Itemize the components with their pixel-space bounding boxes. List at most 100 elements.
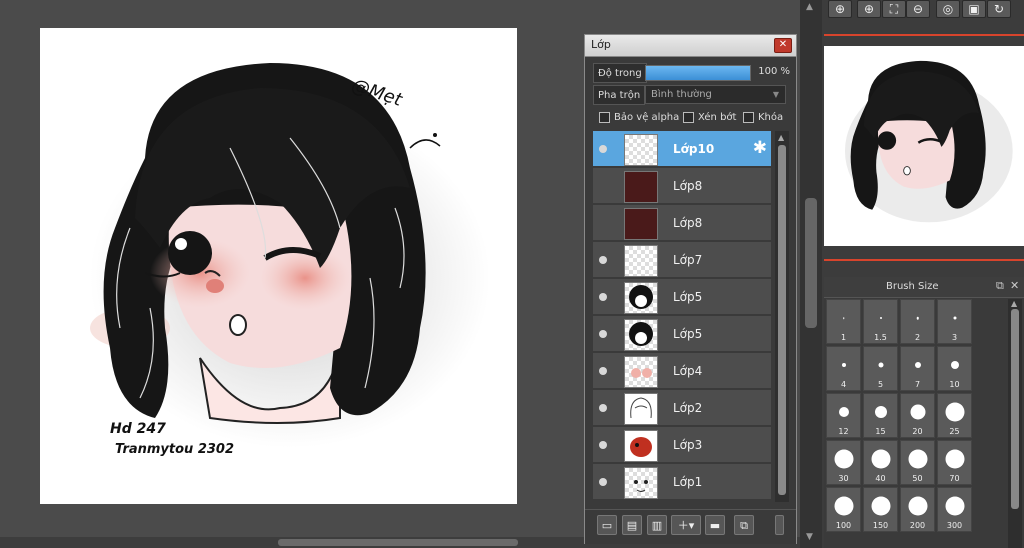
blend-mode-select[interactable]: Bình thường ▼	[645, 85, 786, 104]
layer-row[interactable]: Lớp8	[593, 168, 771, 204]
brush-size-cell[interactable]: 3	[937, 299, 972, 344]
brush-dot-icon	[834, 449, 853, 469]
visibility-icon[interactable]	[599, 145, 607, 153]
brush-size-cell[interactable]: 15	[863, 393, 898, 438]
brush-size-cell[interactable]: 2	[900, 299, 935, 344]
checkbox-box[interactable]	[743, 112, 754, 123]
zoom-out-icon[interactable]: ⊕	[857, 0, 881, 18]
gear-icon[interactable]: ✱	[753, 139, 767, 157]
rotate-reset-icon[interactable]: ↻	[987, 0, 1011, 18]
brush-size-cell[interactable]: 100	[826, 487, 861, 532]
rotate-icon[interactable]: ◎	[936, 0, 960, 18]
brush-size-cell[interactable]: 4	[826, 346, 861, 391]
brush-dot-icon	[834, 496, 853, 516]
brush-size-cell[interactable]: 25	[937, 393, 972, 438]
brush-dot-icon	[945, 449, 964, 469]
brush-dot-icon	[950, 361, 959, 369]
layer-row[interactable]: Lớp4	[593, 353, 771, 389]
scroll-thumb[interactable]	[805, 198, 817, 328]
layer-thumbnail	[624, 208, 658, 240]
fullscreen-icon[interactable]: ▣	[962, 0, 986, 18]
checkbox-box[interactable]	[683, 112, 694, 123]
new-folder-icon[interactable]: ▬	[705, 515, 725, 535]
scroll-thumb[interactable]	[278, 539, 518, 546]
scroll-thumb[interactable]	[778, 145, 786, 495]
brush-size-cell[interactable]: 50	[900, 440, 935, 485]
layer-thumbnail	[624, 356, 658, 388]
layer-row[interactable]: Lớp1	[593, 464, 771, 500]
visibility-icon[interactable]	[599, 330, 607, 338]
brush-size-cell[interactable]: 1	[826, 299, 861, 344]
layer-thumbnail	[624, 393, 658, 425]
layer-row[interactable]: Lớp8	[593, 205, 771, 241]
duplicate-layer-icon[interactable]: ⧉	[734, 515, 754, 535]
brush-size-cell[interactable]: 300	[937, 487, 972, 532]
brush-size-cell[interactable]: 70	[937, 440, 972, 485]
brush-size-cell[interactable]: 1.5	[863, 299, 898, 344]
layer-thumbnail	[624, 467, 658, 499]
brush-size-cell[interactable]: 5	[863, 346, 898, 391]
scroll-down-icon[interactable]: ▼	[806, 532, 813, 542]
brush-size-cell[interactable]: 200	[900, 487, 935, 532]
add-layer-dropdown-icon[interactable]: ＋▾	[671, 515, 701, 535]
close-icon[interactable]: ✕	[1010, 279, 1019, 292]
layer-name: Lớp2	[673, 401, 703, 415]
layer-row[interactable]: Lớp7	[593, 242, 771, 278]
brush-size-panel: Brush Size ⧉ ✕ 1 1.5 2 3 4 5 7 10 12 15 20 25 30 40 50…	[824, 277, 1024, 548]
protect-alpha-checkbox[interactable]: Bảo vệ alpha	[599, 112, 679, 123]
visibility-icon[interactable]	[599, 256, 607, 264]
undock-icon[interactable]: ⧉	[996, 279, 1004, 293]
layer-row[interactable]: Lớp2	[593, 390, 771, 426]
signature-line-2: Tranmytou 2302	[115, 442, 234, 457]
zoom-in-icon[interactable]: ⊕	[828, 0, 852, 18]
layer-row[interactable]: Lớp3	[593, 427, 771, 463]
brush-size-label: 40	[875, 474, 886, 483]
drawing-canvas[interactable]: @Mẹt Hd 247 Tranmytou 2302	[40, 28, 517, 504]
brush-size-label: 50	[912, 474, 923, 483]
layer-list-scrollbar[interactable]: ▲	[775, 131, 789, 502]
layer-row[interactable]: Lớp5	[593, 279, 771, 315]
brush-dot-icon	[842, 317, 845, 319]
visibility-icon[interactable]	[599, 441, 607, 449]
scroll-thumb[interactable]	[1011, 309, 1019, 509]
clipping-checkbox[interactable]: Xén bớt	[683, 112, 736, 123]
brush-size-titlebar[interactable]: Brush Size ⧉ ✕	[824, 277, 1024, 298]
new-layer-8bit-icon[interactable]: ▤	[622, 515, 642, 535]
brush-size-cell[interactable]: 40	[863, 440, 898, 485]
scroll-up-icon[interactable]: ▲	[806, 2, 813, 12]
new-layer-icon[interactable]: ▭	[597, 515, 617, 535]
brush-size-cell[interactable]: 12	[826, 393, 861, 438]
layer-panel-titlebar[interactable]: Lớp ✕	[585, 35, 796, 57]
vertical-scrollbar[interactable]: ▲ ▼	[800, 0, 822, 548]
new-layer-1bit-icon[interactable]: ▥	[647, 515, 667, 535]
layer-thumbnail	[624, 430, 658, 462]
scroll-up-icon[interactable]: ▲	[1011, 299, 1017, 308]
checkbox-box[interactable]	[599, 112, 610, 123]
brush-size-cell[interactable]: 10	[937, 346, 972, 391]
brush-dot-icon	[910, 404, 925, 420]
footer-scroll[interactable]	[775, 515, 784, 535]
brush-size-cell[interactable]: 20	[900, 393, 935, 438]
layer-row[interactable]: Lớp5	[593, 316, 771, 352]
navigator-preview[interactable]	[824, 46, 1024, 246]
close-icon[interactable]: ✕	[774, 38, 792, 53]
opacity-slider[interactable]	[645, 65, 751, 81]
fit-icon[interactable]: ⛶	[882, 0, 906, 18]
visibility-icon[interactable]	[599, 293, 607, 301]
zoom-out-icon[interactable]: ⊖	[906, 0, 930, 18]
scroll-up-icon[interactable]: ▲	[778, 133, 784, 142]
brush-size-label: 15	[875, 427, 886, 436]
brush-size-cell[interactable]: 30	[826, 440, 861, 485]
layer-row[interactable]: Lớp10 ✱	[593, 131, 771, 167]
brush-size-scrollbar[interactable]: ▲	[1008, 299, 1022, 548]
brush-size-label: 1.5	[874, 333, 887, 342]
brush-size-cell[interactable]: 150	[863, 487, 898, 532]
brush-size-cell[interactable]: 7	[900, 346, 935, 391]
layer-name: Lớp3	[673, 438, 703, 452]
lock-checkbox[interactable]: Khóa	[743, 112, 783, 123]
visibility-icon[interactable]	[599, 478, 607, 486]
brush-size-title: Brush Size	[886, 281, 939, 292]
visibility-icon[interactable]	[599, 367, 607, 375]
visibility-icon[interactable]	[599, 404, 607, 412]
layer-options: Bảo vệ alpha Xén bớt Khóa	[593, 110, 790, 128]
